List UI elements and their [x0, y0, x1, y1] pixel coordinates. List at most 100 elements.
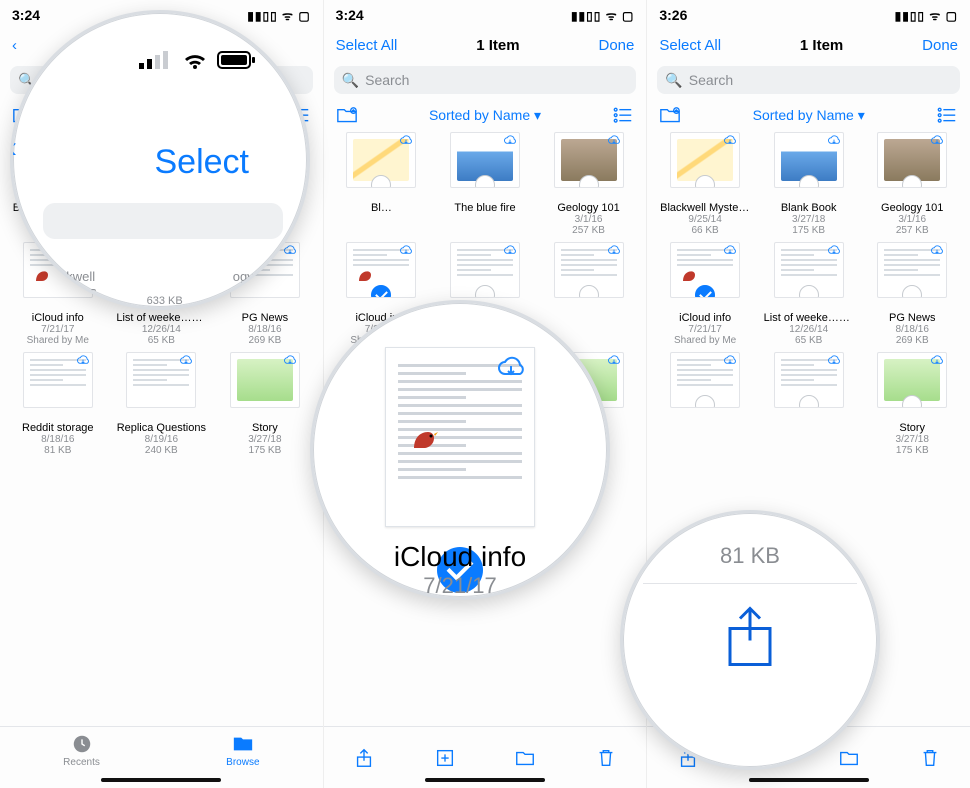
file-item[interactable]: List of weeke…ojects12/26/1465 KB: [759, 242, 859, 346]
nav-bar: Select All 1 Item Done: [324, 30, 647, 60]
new-folder-icon[interactable]: [659, 106, 681, 124]
done-button[interactable]: Done: [598, 37, 634, 54]
move-button[interactable]: [514, 747, 536, 769]
file-thumb[interactable]: [774, 132, 844, 188]
home-indicator[interactable]: [749, 778, 869, 782]
selection-indicator[interactable]: [799, 395, 819, 408]
file-item[interactable]: Replica Questions8/19/16240 KB: [112, 352, 212, 456]
file-date: 9/25/14: [688, 214, 721, 225]
file-thumb[interactable]: [774, 242, 844, 298]
selection-indicator[interactable]: [695, 285, 715, 298]
file-thumb[interactable]: [554, 132, 624, 188]
file-item[interactable]: Story3/27/18175 KB: [215, 352, 315, 456]
cloud-download-icon: [607, 135, 621, 147]
file-size: 257 KB: [896, 225, 929, 236]
file-size: 66 KB: [691, 225, 718, 236]
file-size: Shared by Me: [27, 335, 89, 346]
selection-indicator[interactable]: [475, 285, 495, 298]
file-item[interactable]: The blue fire: [435, 132, 535, 236]
trash-button[interactable]: [595, 747, 617, 769]
file-thumb[interactable]: [670, 242, 740, 298]
file-thumb[interactable]: [877, 132, 947, 188]
file-item[interactable]: [539, 242, 639, 346]
tab-recents[interactable]: Recents: [63, 733, 100, 768]
share-icon-zoom[interactable]: [720, 603, 780, 678]
file-thumb[interactable]: [346, 242, 416, 298]
selection-indicator[interactable]: [902, 285, 922, 298]
trash-button[interactable]: [919, 747, 941, 769]
search-input[interactable]: 🔍 Search: [334, 66, 637, 94]
file-item[interactable]: Geology 1013/1/16257 KB: [539, 132, 639, 236]
file-thumb[interactable]: [23, 352, 93, 408]
share-button[interactable]: [353, 747, 375, 769]
file-thumb[interactable]: [670, 132, 740, 188]
file-item[interactable]: PG News8/18/16269 KB: [862, 242, 962, 346]
select-button-zoom[interactable]: Select: [155, 143, 250, 182]
selection-indicator[interactable]: [902, 175, 922, 188]
cloud-download-icon: [607, 355, 621, 367]
file-date: 3/27/18: [792, 214, 825, 225]
file-thumb[interactable]: [450, 242, 520, 298]
file-item[interactable]: iCloud info7/21/17Shared by Me: [655, 242, 755, 346]
cloud-download-icon: [930, 135, 944, 147]
file-thumb[interactable]: [126, 352, 196, 408]
file-date: 8/19/16: [145, 434, 178, 445]
back-button[interactable]: ‹: [12, 37, 17, 54]
file-size: 175 KB: [896, 445, 929, 456]
file-thumb[interactable]: [877, 352, 947, 408]
selection-indicator[interactable]: [371, 285, 391, 298]
move-button[interactable]: [838, 747, 860, 769]
select-all-button[interactable]: Select All: [659, 37, 721, 54]
selection-indicator[interactable]: [799, 285, 819, 298]
file-name: Bl…: [371, 202, 392, 214]
file-item[interactable]: Blackwell Mysteries9/25/1466 KB: [655, 132, 755, 236]
file-date: 12/26/14: [142, 324, 181, 335]
file-name: Geology 101: [557, 202, 619, 214]
new-folder-icon[interactable]: [336, 106, 358, 124]
file-item[interactable]: [759, 352, 859, 456]
file-item[interactable]: Reddit storage8/18/1681 KB: [8, 352, 108, 456]
zoom-status-icons: [139, 49, 257, 71]
sort-button[interactable]: Sorted by Name ▾: [753, 107, 865, 124]
selection-indicator[interactable]: [799, 175, 819, 188]
search-bar-zoom[interactable]: [43, 203, 283, 239]
selection-indicator[interactable]: [695, 395, 715, 408]
zoom-file-title: iCloud info: [313, 541, 607, 573]
file-thumb[interactable]: [877, 242, 947, 298]
list-view-icon[interactable]: [612, 106, 634, 124]
file-thumb[interactable]: [230, 352, 300, 408]
file-thumb[interactable]: [774, 352, 844, 408]
file-item[interactable]: Blank Book3/27/18175 KB: [759, 132, 859, 236]
done-button[interactable]: Done: [922, 37, 958, 54]
file-thumb[interactable]: [554, 242, 624, 298]
select-all-button[interactable]: Select All: [336, 37, 398, 54]
home-indicator[interactable]: [425, 778, 545, 782]
list-view-icon[interactable]: [936, 106, 958, 124]
tab-browse-label: Browse: [226, 757, 259, 768]
file-item[interactable]: [655, 352, 755, 456]
file-item[interactable]: Geology 1013/1/16257 KB: [862, 132, 962, 236]
file-size: 65 KB: [795, 335, 822, 346]
selection-indicator[interactable]: [579, 285, 599, 298]
file-date: 3/1/16: [898, 214, 926, 225]
selection-indicator[interactable]: [902, 395, 922, 408]
search-input[interactable]: 🔍 Search: [657, 66, 960, 94]
file-item[interactable]: Story3/27/18175 KB: [862, 352, 962, 456]
file-thumb[interactable]: [670, 352, 740, 408]
tab-browse[interactable]: Browse: [226, 733, 259, 768]
status-time: 3:26: [659, 7, 687, 23]
back-chevron-icon[interactable]: ‹: [10, 131, 17, 165]
home-indicator[interactable]: [101, 778, 221, 782]
selection-indicator[interactable]: [579, 175, 599, 188]
file-thumb[interactable]: [450, 132, 520, 188]
selection-indicator[interactable]: [475, 175, 495, 188]
file-size: 257 KB: [572, 225, 605, 236]
file-thumb[interactable]: [346, 132, 416, 188]
file-item[interactable]: Bl…: [332, 132, 432, 236]
add-button[interactable]: [434, 747, 456, 769]
file-size: 175 KB: [248, 445, 281, 456]
file-name: Reddit storage: [22, 422, 94, 434]
selection-indicator[interactable]: [371, 175, 391, 188]
sort-button[interactable]: Sorted by Name ▾: [429, 107, 541, 124]
selection-indicator[interactable]: [695, 175, 715, 188]
